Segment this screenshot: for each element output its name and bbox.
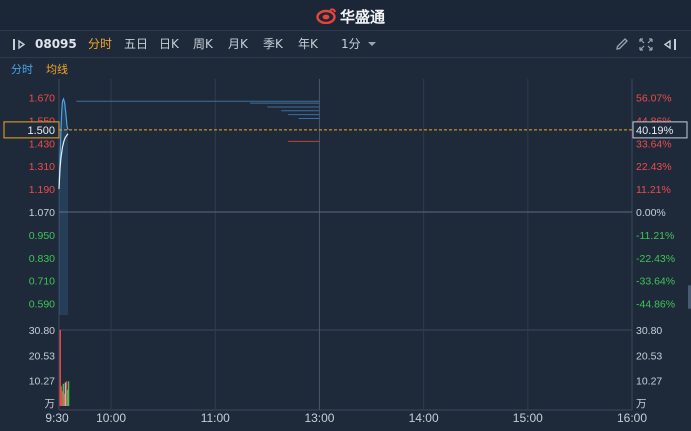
volume-bar: [67, 381, 70, 406]
change-tick-label: 11.21%: [636, 184, 671, 196]
tab-quarterly-k[interactable]: 季K: [263, 31, 283, 58]
volume-tick-label-right: 10.27: [636, 376, 662, 388]
interval-select[interactable]: 1分: [341, 31, 361, 58]
stock-code: 08095: [35, 37, 77, 51]
tab-weekly-k[interactable]: 周K: [193, 31, 213, 58]
volume-tick-label: 30.80: [29, 325, 55, 337]
sidebar-toggle-icon[interactable]: [662, 37, 678, 52]
subtab-timeshare[interactable]: 分时: [11, 61, 33, 77]
tab-daily-k[interactable]: 日K: [159, 31, 179, 58]
time-tick-label: 9:30: [45, 411, 69, 425]
volume-tick-label: 20.53: [29, 350, 55, 362]
chart-toolbar: 08095 分时 五日 日K 周K 月K 季K 年K 1分: [0, 31, 691, 58]
price-tick-label: 0.950: [29, 230, 55, 242]
volume-unit-label-right: 万: [636, 398, 647, 410]
tab-monthly-k[interactable]: 月K: [228, 31, 248, 58]
time-tick-label: 11:00: [201, 411, 230, 425]
tab-five-day[interactable]: 五日: [124, 31, 148, 58]
crosshair-price-label: 1.500: [27, 125, 55, 137]
volume-tick-label: 10.27: [29, 376, 55, 388]
change-tick-label: 56.07%: [636, 92, 672, 104]
price-lines: [58, 97, 69, 315]
time-tick-label: 10:00: [96, 411, 126, 425]
time-tick-label: 16:00: [617, 411, 647, 425]
change-tick-label: -33.64%: [636, 276, 675, 288]
order-depth-lines: [76, 100, 320, 142]
change-tick-label: -44.86%: [636, 299, 675, 311]
indicator-bar: 分时 均线: [0, 59, 691, 79]
price-tick-label: 1.310: [29, 161, 55, 173]
brand-name: 华盛通: [340, 7, 386, 26]
volume-tick-label-right: 30.80: [636, 325, 662, 337]
time-tick-label: 14:00: [409, 411, 439, 425]
tab-yearly-k[interactable]: 年K: [298, 31, 318, 58]
price-tick-label: 0.710: [29, 276, 55, 288]
axis-labels: 9:30 10:00 11:00 13:00 14:00 15:00 16:00 1.670 5…: [29, 92, 675, 425]
tab-timeshare[interactable]: 分时: [88, 31, 112, 58]
price-tick-label: 1.190: [29, 184, 55, 196]
change-tick-label: 33.64%: [636, 138, 672, 150]
price-tick-label: 0.830: [29, 253, 55, 265]
chevron-down-icon[interactable]: [367, 39, 377, 49]
volume-unit-label: 万: [45, 398, 56, 410]
brand: 华盛通: [316, 6, 385, 26]
expand-icon[interactable]: [638, 37, 654, 52]
time-tick-label: 13:00: [304, 411, 334, 425]
price-tick-label: 1.070: [29, 207, 55, 219]
price-tick-label: 1.670: [29, 92, 55, 104]
subtab-avg-line[interactable]: 均线: [46, 61, 68, 77]
collapse-panel-icon[interactable]: [11, 37, 27, 52]
app-header: 华盛通: [0, 0, 691, 31]
change-tick-label: 0.00%: [636, 207, 666, 219]
price-tick-label: 0.590: [29, 299, 55, 311]
price-tick-label: 1.430: [29, 138, 55, 150]
volume-bars: [59, 330, 70, 406]
volume-tick-label-right: 20.53: [636, 350, 662, 362]
brand-logo-icon: [316, 8, 336, 24]
chart-grid: [58, 79, 633, 411]
crosshair-change-label: 40.19%: [636, 125, 674, 137]
change-tick-label: -11.21%: [636, 230, 674, 242]
change-tick-label: -22.43%: [636, 253, 675, 265]
crosshair: 1.500 40.19%: [3, 121, 688, 139]
pencil-icon[interactable]: [614, 37, 630, 52]
time-tick-label: 15:00: [513, 411, 543, 425]
change-tick-label: 22.43%: [636, 161, 672, 173]
timeshare-chart[interactable]: 9:30 10:00 11:00 13:00 14:00 15:00 16:00 1.670 5…: [0, 79, 691, 431]
